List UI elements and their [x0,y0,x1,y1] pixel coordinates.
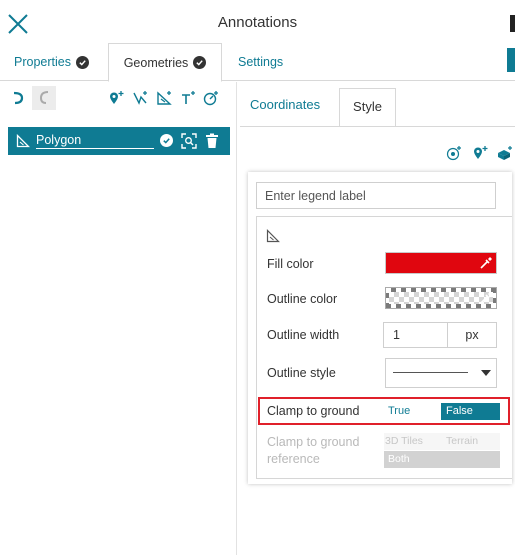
reference-terrain-option: Terrain [446,435,479,447]
tab-coordinates[interactable]: Coordinates [250,97,320,112]
tab-geometries[interactable]: Geometries [108,43,222,82]
clamp-reference-label-line1: Clamp to ground [267,435,360,449]
reference-both-option: Both [384,451,500,468]
clamp-true-option[interactable]: True [385,403,439,420]
redo-icon [39,91,49,104]
add-model-icon[interactable] [497,145,513,161]
add-point-circle-icon[interactable] [446,145,462,161]
tab-label: Settings [238,55,284,69]
main-tabs: Properties Geometries Settings [0,43,515,82]
fill-color-label: Fill color [267,257,314,271]
legend-label-input[interactable] [256,182,496,209]
eyedropper-icon [480,257,492,269]
tab-properties[interactable]: Properties [14,43,89,81]
reference-3d-tiles-option: 3D Tiles [385,435,423,447]
outline-width-label: Outline width [267,328,340,342]
undo-button[interactable] [10,90,26,106]
check-circle-icon [193,56,207,69]
add-marker-icon[interactable] [472,145,488,161]
add-point-icon [110,91,124,104]
clamp-reference-label: Clamp to ground reference [267,434,359,468]
check-circle-icon [160,134,173,147]
add-circle-icon [203,91,218,106]
clamp-reference-label-line2: reference [267,452,320,466]
geometry-name: Polygon [36,133,82,147]
add-point-button[interactable] [108,90,124,106]
transparent-swatch [389,292,493,304]
outline-color-label: Outline color [267,292,338,306]
tab-settings[interactable]: Settings [238,43,283,81]
clamp-false-option[interactable]: False [441,403,500,420]
tab-style[interactable]: Style [339,88,396,127]
tab-label: Properties [14,55,71,69]
trash-icon[interactable] [205,133,219,149]
redo-button[interactable] [32,86,56,110]
outline-width-unit: px [447,322,497,348]
tab-underline [240,126,515,127]
geometry-list-item[interactable]: Polygon [8,127,230,155]
check-circle-icon [75,55,89,69]
geometry-name-field[interactable]: Polygon [36,132,154,149]
outline-style-label: Outline style [267,366,336,380]
add-line-icon [133,91,147,105]
panel-title: Annotations [217,14,298,31]
panel-divider [236,82,237,555]
clamp-to-ground-label: Clamp to ground [267,404,360,418]
outline-width-input[interactable] [383,322,448,348]
chevron-down-icon [481,370,491,376]
tab-label: Geometries [123,55,189,70]
cropped-control [510,15,515,32]
add-polygon-button[interactable] [156,90,172,106]
undo-icon [13,91,24,105]
cropped-button[interactable] [507,48,515,72]
polygon-icon [266,229,280,243]
solid-line-preview [393,372,468,373]
add-circle-button[interactable] [203,90,219,106]
eyedropper-icon [480,292,492,304]
add-line-button[interactable] [132,90,148,106]
polygon-icon [16,134,30,148]
zoom-to-icon[interactable] [181,133,197,149]
add-text-button[interactable] [180,90,196,106]
add-polygon-icon [157,91,172,105]
add-text-icon [182,91,195,104]
